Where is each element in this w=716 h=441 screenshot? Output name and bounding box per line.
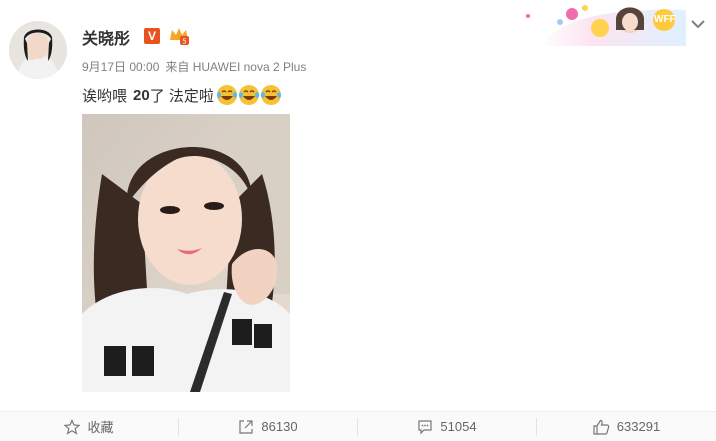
- chevron-down-icon[interactable]: [690, 18, 706, 30]
- banner-text: WFF: [654, 14, 676, 25]
- vip-crown-icon[interactable]: 5: [168, 26, 190, 46]
- repost-button[interactable]: 86130: [179, 412, 357, 441]
- comment-button[interactable]: 51054: [358, 412, 536, 441]
- action-bar: 收藏 86130 51054 633291: [0, 411, 716, 441]
- laugh-cry-emoji-icon: [238, 85, 259, 105]
- author-name[interactable]: 关晓彤: [82, 25, 130, 49]
- comment-icon: [418, 419, 433, 434]
- repost-count: 86130: [261, 419, 298, 434]
- post-text-bold: 20: [133, 86, 150, 104]
- laugh-cry-emoji-icon: [260, 85, 281, 105]
- comment-count: 51054: [440, 419, 477, 434]
- post-meta: 9月17日 00:00 来自 HUAWEI nova 2 Plus: [82, 58, 306, 75]
- post-photo[interactable]: [82, 114, 290, 392]
- post-text-tail: 了 法定啦: [149, 87, 214, 105]
- like-count: 633291: [616, 419, 661, 434]
- author-avatar[interactable]: [9, 21, 67, 79]
- post-text-plain: 诶哟喂: [82, 87, 128, 105]
- like-button[interactable]: 633291: [537, 412, 716, 441]
- post-date[interactable]: 9月17日 00:00: [82, 60, 159, 74]
- svg-text:5: 5: [182, 38, 186, 46]
- thumbs-up-icon: [593, 419, 610, 435]
- selfie-photo-image: [82, 114, 290, 392]
- share-icon: [239, 419, 254, 434]
- laugh-cry-emoji-icon: [216, 85, 237, 105]
- favorite-button[interactable]: 收藏: [0, 412, 178, 441]
- favorite-label: 收藏: [87, 420, 114, 435]
- verified-badge-icon: V: [144, 28, 160, 44]
- avatar-image: [9, 21, 67, 79]
- post-text: 诶哟喂 20 了 法定啦: [82, 84, 282, 106]
- star-icon: [64, 418, 81, 435]
- post-source: 来自 HUAWEI nova 2 Plus: [165, 60, 307, 74]
